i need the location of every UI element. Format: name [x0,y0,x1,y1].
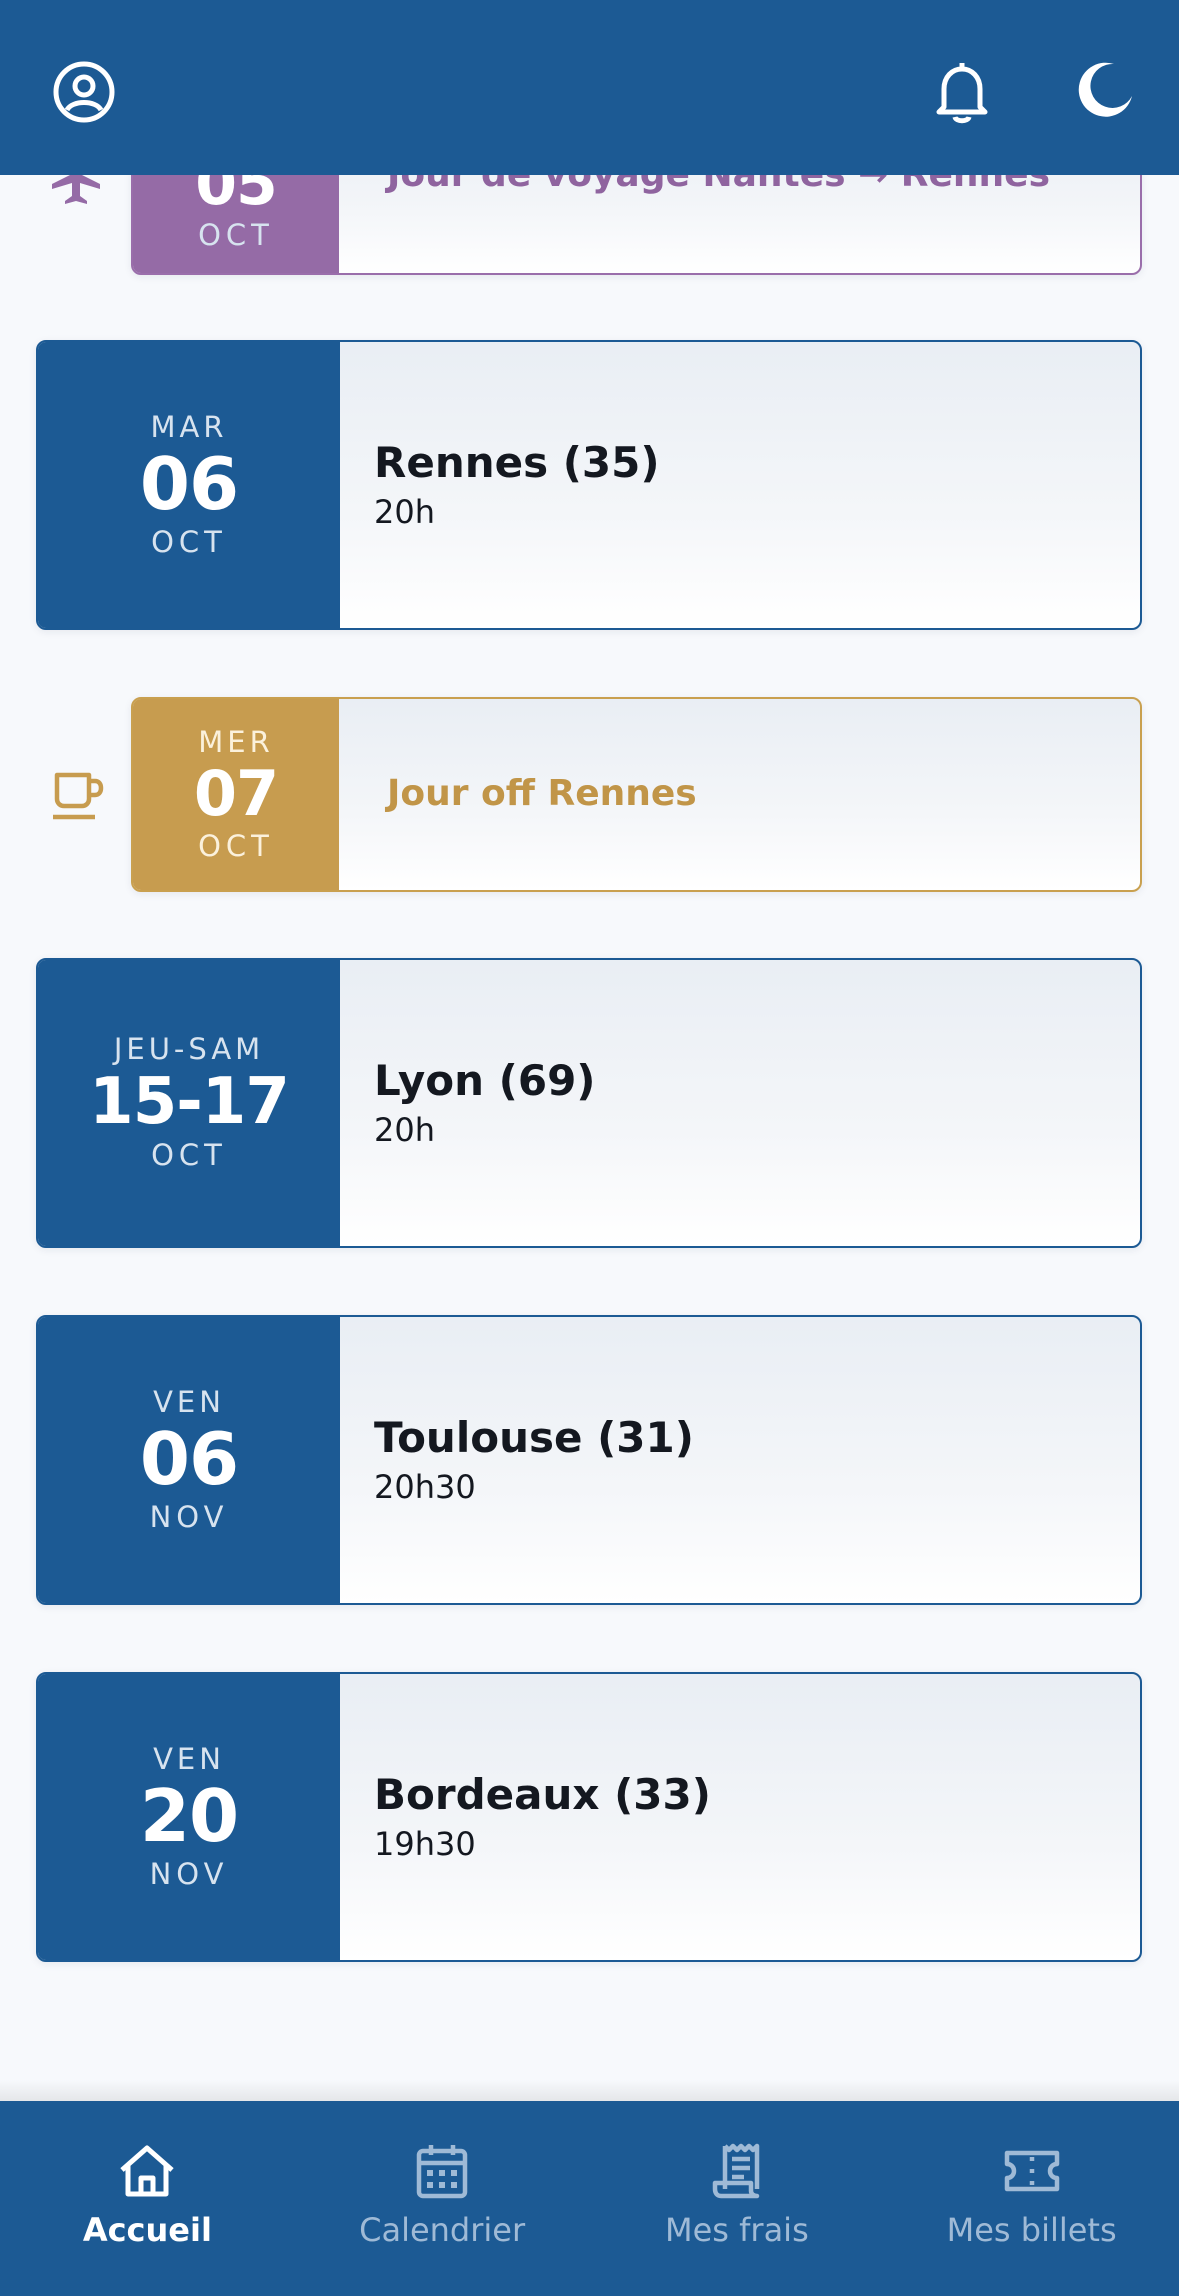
event-content: Bordeaux (33) 19h30 [374,1674,1120,1960]
event-month: NOV [149,1499,229,1534]
event-date-box: JEU-SAM 15-17 OCT [38,960,340,1246]
ticket-icon [1002,2141,1062,2201]
event-month: OCT [198,217,274,252]
event-content: Lyon (69) 20h [374,960,1120,1246]
event-title: Bordeaux (33) [374,1770,711,1820]
bottom-nav: Accueil Calendrier Mes frais Mes billets [0,2101,1179,2296]
event-card-off-day[interactable]: MER 07 OCT Jour off Rennes [131,697,1142,892]
user-circle-icon[interactable] [50,58,118,126]
event-day: 20 [139,1773,239,1858]
coffee-cup-icon [50,768,106,824]
event-day: 06 [139,1416,239,1501]
event-month: OCT [198,828,274,863]
event-title: Rennes (35) [374,438,660,488]
nav-shadow [0,2080,1179,2102]
event-weekday: VEN [153,1384,225,1419]
event-weekday: MAR [150,409,228,444]
event-day: 07 [193,756,279,830]
nav-item-mes-billets[interactable]: Mes billets [884,2101,1179,2296]
nav-label: Mes billets [946,2211,1117,2249]
event-card[interactable]: JEU-SAM 15-17 OCT Lyon (69) 20h [36,958,1142,1248]
event-card[interactable]: VEN 06 NOV Toulouse (31) 20h30 [36,1315,1142,1605]
event-time: 20h [374,1110,435,1149]
event-day: 06 [139,441,239,526]
app-header [0,0,1179,175]
event-month: OCT [151,1138,227,1173]
event-title: Jour off Rennes [387,773,697,815]
event-date-box: VEN 20 NOV [38,1674,340,1960]
event-month: NOV [149,1856,229,1891]
bell-icon[interactable] [928,56,996,128]
home-icon [117,2141,177,2201]
event-weekday: VEN [153,1741,225,1776]
event-content: Toulouse (31) 20h30 [374,1317,1120,1603]
moon-icon[interactable] [1072,56,1140,124]
nav-label: Accueil [82,2211,212,2249]
event-weekday: MER [198,724,274,759]
nav-item-calendrier[interactable]: Calendrier [295,2101,590,2296]
event-date-box: MER 07 OCT [133,699,339,890]
nav-label: Calendrier [359,2211,526,2249]
event-card[interactable]: MAR 06 OCT Rennes (35) 20h [36,340,1142,630]
event-card[interactable]: VEN 20 NOV Bordeaux (33) 19h30 [36,1672,1142,1962]
event-date-box: MAR 06 OCT [38,342,340,628]
receipt-icon [707,2141,767,2201]
event-time: 19h30 [374,1824,476,1863]
event-content: Rennes (35) 20h [374,342,1120,628]
nav-item-mes-frais[interactable]: Mes frais [590,2101,885,2296]
nav-item-accueil[interactable]: Accueil [0,2101,295,2296]
event-title: Lyon (69) [374,1056,596,1106]
event-weekday: JEU-SAM [113,1032,265,1067]
event-title: Toulouse (31) [374,1413,694,1463]
event-time: 20h30 [374,1467,476,1506]
event-content: Jour off Rennes [387,699,1120,890]
event-date-box: VEN 06 NOV [38,1317,340,1603]
nav-label: Mes frais [665,2211,809,2249]
event-time: 20h [374,492,435,531]
event-month: OCT [151,524,227,559]
event-day: 15-17 [89,1065,290,1140]
calendar-icon [412,2141,472,2201]
